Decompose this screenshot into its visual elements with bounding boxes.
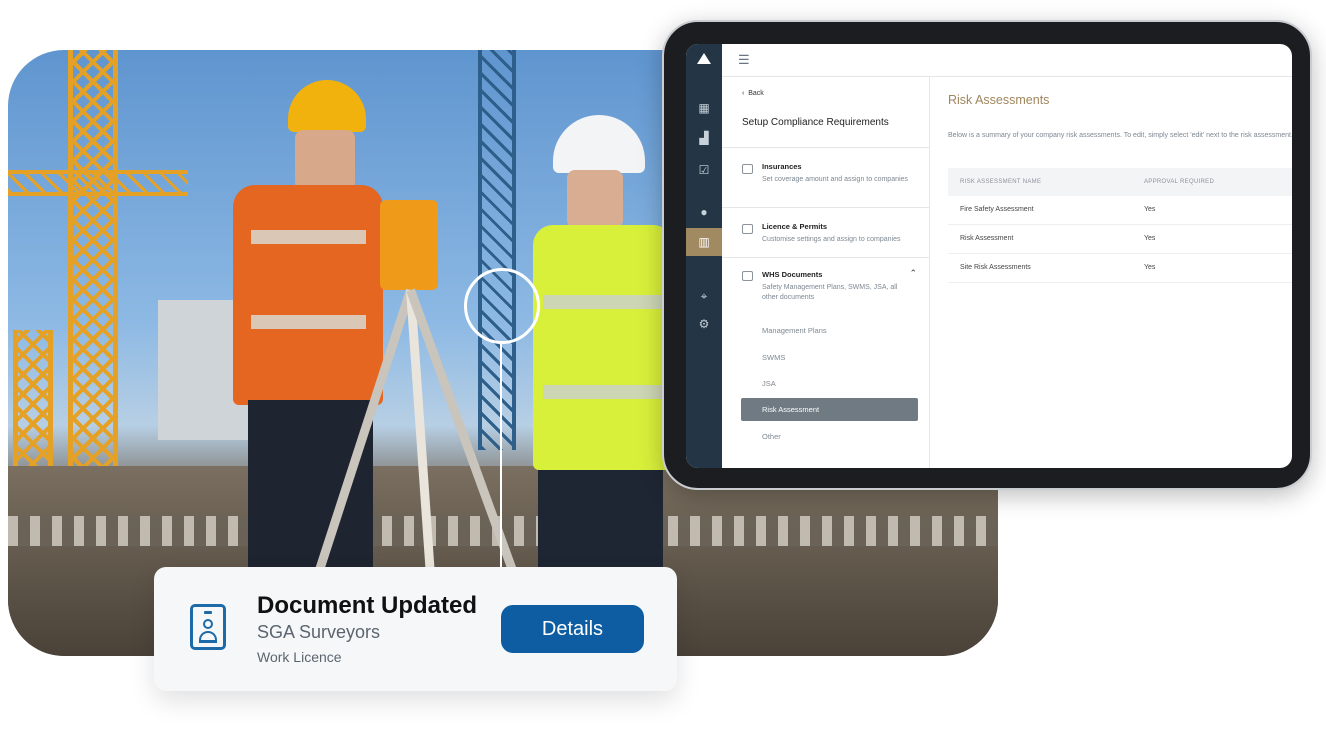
building-icon[interactable]: ▥ bbox=[686, 228, 722, 256]
section-desc: Safety Management Plans, SWMS, JSA, all … bbox=[762, 284, 898, 301]
menu-icon[interactable]: ☰ bbox=[738, 52, 750, 68]
page-title: Risk Assessments bbox=[948, 93, 1050, 107]
notification-title: Document Updated bbox=[257, 592, 478, 619]
cell-approval: Yes bbox=[1144, 264, 1156, 271]
top-bar: ☰ bbox=[722, 44, 1292, 77]
back-link[interactable]: ‹ Back bbox=[742, 90, 764, 97]
checklist-icon[interactable]: ☑ bbox=[686, 156, 722, 184]
tablet-screen: ▦ ▟ ☑ ● ▥ ⌖ ⚙ ☰ ‹ Back Setup Compliance … bbox=[686, 44, 1292, 468]
pane-title: Setup Compliance Requirements bbox=[742, 117, 889, 128]
theodolite bbox=[380, 200, 438, 290]
subitem-management-plans[interactable]: Management Plans bbox=[762, 326, 827, 335]
table-header: RISK ASSESSMENT NAME APPROVAL REQUIRED bbox=[948, 168, 1292, 196]
chevron-up-icon[interactable]: ⌃ bbox=[909, 268, 917, 279]
highlight-circle bbox=[464, 268, 540, 344]
dashboard-icon[interactable]: ▦ bbox=[686, 94, 722, 122]
icon-rail: ▦ ▟ ☑ ● ▥ ⌖ ⚙ bbox=[686, 44, 722, 468]
column-header[interactable]: APPROVAL REQUIRED bbox=[1144, 179, 1214, 185]
notification-card: Document Updated SGA Surveyors Work Lice… bbox=[154, 567, 677, 691]
subitem-label: Risk Assessment bbox=[762, 405, 820, 414]
main-content: Risk Assessments Below is a summary of y… bbox=[930, 77, 1292, 468]
id-badge-icon bbox=[190, 604, 226, 650]
subitem-jsa[interactable]: JSA bbox=[762, 379, 776, 388]
section-whs-documents[interactable]: WHS Documents ⌃ Safety Management Plans,… bbox=[722, 257, 929, 458]
risk-assessment-table: RISK ASSESSMENT NAME APPROVAL REQUIRED F… bbox=[948, 168, 1292, 283]
surveyor-left bbox=[233, 80, 403, 600]
cell-name: Fire Safety Assessment bbox=[960, 206, 1034, 213]
app-logo-icon[interactable] bbox=[697, 53, 711, 64]
cell-name: Risk Assessment bbox=[960, 235, 1014, 242]
compliance-sidebar: ‹ Back Setup Compliance Requirements Ins… bbox=[722, 77, 930, 468]
crane-arm bbox=[8, 170, 188, 196]
table-row[interactable]: Site Risk Assessments Yes bbox=[948, 254, 1292, 283]
back-label: Back bbox=[748, 90, 764, 97]
cell-name: Site Risk Assessments bbox=[960, 264, 1031, 271]
section-title: WHS Documents bbox=[762, 270, 823, 279]
section-desc: Set coverage amount and assign to compan… bbox=[762, 176, 908, 183]
subitem-risk-assessment[interactable]: Risk Assessment bbox=[741, 398, 918, 421]
folder-icon bbox=[742, 271, 753, 281]
cell-approval: Yes bbox=[1144, 235, 1156, 242]
details-button[interactable]: Details bbox=[501, 605, 644, 653]
licence-card-icon bbox=[742, 224, 753, 234]
column-header[interactable]: RISK ASSESSMENT NAME bbox=[960, 179, 1041, 185]
blue-crane-tower bbox=[478, 50, 516, 450]
section-desc: Customise settings and assign to compani… bbox=[762, 236, 901, 243]
surveyor-right bbox=[523, 115, 673, 620]
document-icon bbox=[742, 164, 753, 174]
section-insurances[interactable]: Insurances Set coverage amount and assig… bbox=[722, 147, 929, 208]
page-description: Below is a summary of your company risk … bbox=[948, 132, 1292, 139]
connector-line bbox=[500, 344, 502, 570]
section-licence-permits[interactable]: Licence & Permits Customise settings and… bbox=[722, 207, 929, 258]
notification-company: SGA Surveyors bbox=[257, 622, 381, 642]
cell-approval: Yes bbox=[1144, 206, 1156, 213]
chart-icon[interactable]: ▟ bbox=[686, 124, 722, 152]
table-row[interactable]: Risk Assessment Yes bbox=[948, 225, 1292, 254]
notification-document: Work Licence bbox=[257, 649, 342, 665]
section-title: Insurances bbox=[762, 162, 802, 171]
section-title: Licence & Permits bbox=[762, 222, 828, 231]
user-icon[interactable]: ● bbox=[686, 198, 722, 226]
tablet-device: ▦ ▟ ☑ ● ▥ ⌖ ⚙ ☰ ‹ Back Setup Compliance … bbox=[662, 20, 1312, 490]
subitem-swms[interactable]: SWMS bbox=[762, 353, 785, 362]
table-row[interactable]: Fire Safety Assessment Yes bbox=[948, 196, 1292, 225]
crane-tower bbox=[68, 50, 118, 520]
settings-icon[interactable]: ⚙ bbox=[686, 310, 722, 338]
subitem-other[interactable]: Other bbox=[762, 432, 781, 441]
location-pin-icon[interactable]: ⌖ bbox=[686, 282, 722, 310]
